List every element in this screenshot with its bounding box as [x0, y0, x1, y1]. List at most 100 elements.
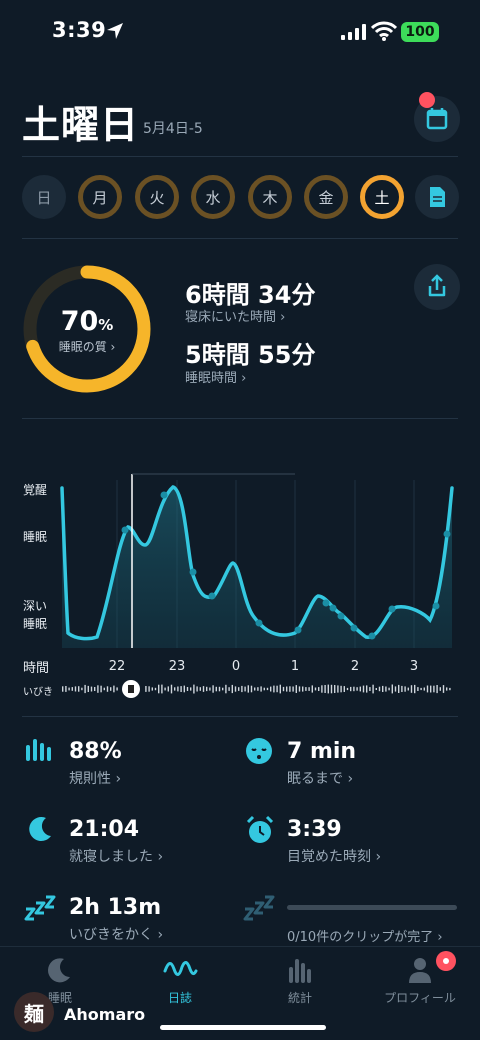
wake-time-label[interactable]: 目覚めた時刻 ›	[287, 846, 381, 866]
time-to-sleep-value: 7 min	[287, 739, 357, 764]
x-tick-label: 2	[351, 659, 359, 674]
snore-tick	[215, 686, 217, 692]
snore-tick	[398, 684, 400, 693]
status-time: 3:39	[52, 18, 107, 42]
snore-tick	[330, 684, 333, 694]
snoring-value: 2h 13m	[69, 895, 162, 920]
snore-tick	[279, 684, 281, 694]
snore-tick	[334, 685, 336, 693]
snore-tick	[433, 685, 435, 693]
wifi-icon	[371, 21, 397, 41]
time-in-bed-value: 6時間 34分	[185, 281, 316, 309]
snore-tick	[417, 687, 419, 691]
wave-icon	[163, 961, 198, 976]
snore-tick	[167, 686, 169, 692]
week-day-tue[interactable]: 火	[135, 175, 179, 219]
snore-tick	[286, 686, 288, 692]
x-tick-label: 0	[232, 659, 240, 674]
snore-tick	[292, 686, 294, 692]
snore-tick	[209, 687, 211, 691]
snore-tick	[180, 686, 182, 692]
snore-tick	[193, 684, 195, 694]
time-in-bed-label[interactable]: 寝床にいた時間 ›	[185, 306, 285, 325]
snore-tick	[94, 687, 96, 691]
snore-tick	[414, 684, 416, 694]
snore-tick	[190, 687, 192, 691]
snore-tick	[449, 687, 451, 691]
location-arrow-icon	[107, 23, 123, 39]
tab-stats[interactable]: 統計	[260, 955, 340, 1006]
snore-tick	[442, 685, 445, 693]
snore-tick	[145, 686, 147, 692]
snore-tick	[100, 685, 102, 693]
snore-tick	[110, 687, 112, 691]
snore-tick	[154, 687, 157, 691]
snore-tick	[263, 687, 265, 691]
time-to-sleep-label[interactable]: 眠るまで ›	[287, 768, 353, 788]
snore-tick	[68, 687, 70, 691]
moon-icon	[48, 958, 70, 983]
snore-tick	[199, 687, 201, 691]
sleep-cycle-chart[interactable]: 22 23 0 1 2 3	[0, 420, 480, 710]
snore-tick	[289, 686, 291, 692]
document-icon	[430, 187, 445, 207]
snore-tick	[346, 687, 349, 691]
snore-tick	[356, 687, 358, 691]
week-day-sun[interactable]: 日	[22, 175, 66, 219]
snore-tick	[206, 686, 208, 692]
snore-tick	[151, 687, 153, 691]
time-asleep-label[interactable]: 睡眠時間 ›	[185, 367, 246, 386]
alarm-clock-icon	[246, 815, 274, 843]
snore-tick	[254, 687, 256, 691]
snore-tick	[302, 686, 304, 692]
snore-tick	[308, 687, 310, 691]
x-tick-label: 22	[109, 659, 126, 674]
snore-tick	[78, 686, 80, 692]
week-day-fri[interactable]: 金	[304, 175, 348, 219]
snore-tick	[404, 686, 406, 692]
week-day-thu[interactable]: 木	[248, 175, 292, 219]
snore-tick	[385, 686, 387, 692]
playhead-icon	[128, 685, 134, 693]
snore-tick	[218, 686, 221, 692]
week-day-sat[interactable]: 土	[360, 175, 404, 219]
snore-tick	[97, 685, 99, 693]
snoring-label[interactable]: いびきをかく ›	[69, 924, 163, 944]
clips-progress-label[interactable]: 0/10件のクリップが完了 ›	[287, 926, 443, 945]
snore-tick	[170, 684, 173, 694]
snore-tick	[324, 685, 326, 693]
snore-tick	[260, 686, 262, 692]
bedtime-label[interactable]: 就寝しました ›	[69, 846, 163, 866]
tab-journal[interactable]: 日誌	[140, 955, 220, 1006]
snore-tick	[276, 685, 278, 693]
snore-tick	[164, 687, 166, 691]
regularity-label[interactable]: 規則性 ›	[69, 768, 121, 788]
watermark-logo: 麺	[14, 992, 54, 1032]
watermark-text: Ahomaro	[64, 1005, 146, 1024]
snore-tick	[257, 687, 259, 691]
snore-tick	[106, 686, 109, 692]
snore-tick	[234, 686, 237, 692]
snore-tick	[436, 685, 438, 694]
snore-tick	[446, 687, 448, 691]
snore-tick	[391, 684, 393, 694]
snore-tick	[222, 687, 224, 691]
sleep-quality-label[interactable]: 睡眠の質 ›	[22, 338, 152, 355]
snore-tick	[382, 685, 384, 692]
notes-button[interactable]	[415, 175, 459, 219]
snore-tick	[426, 685, 429, 693]
share-button[interactable]	[414, 264, 460, 310]
share-icon	[428, 274, 446, 297]
snore-tick	[90, 686, 93, 692]
snore-clips-icon	[243, 895, 275, 921]
x-tick-label: 23	[169, 659, 186, 674]
week-day-wed[interactable]: 水	[191, 175, 235, 219]
week-day-mon[interactable]: 月	[78, 175, 122, 219]
snore-timeline	[62, 684, 451, 694]
snore-tick	[340, 685, 342, 693]
snore-tick	[241, 685, 243, 693]
snore-tick	[343, 686, 345, 692]
snore-tick	[212, 685, 214, 693]
snore-tick	[420, 687, 422, 691]
snore-tick	[273, 685, 275, 693]
